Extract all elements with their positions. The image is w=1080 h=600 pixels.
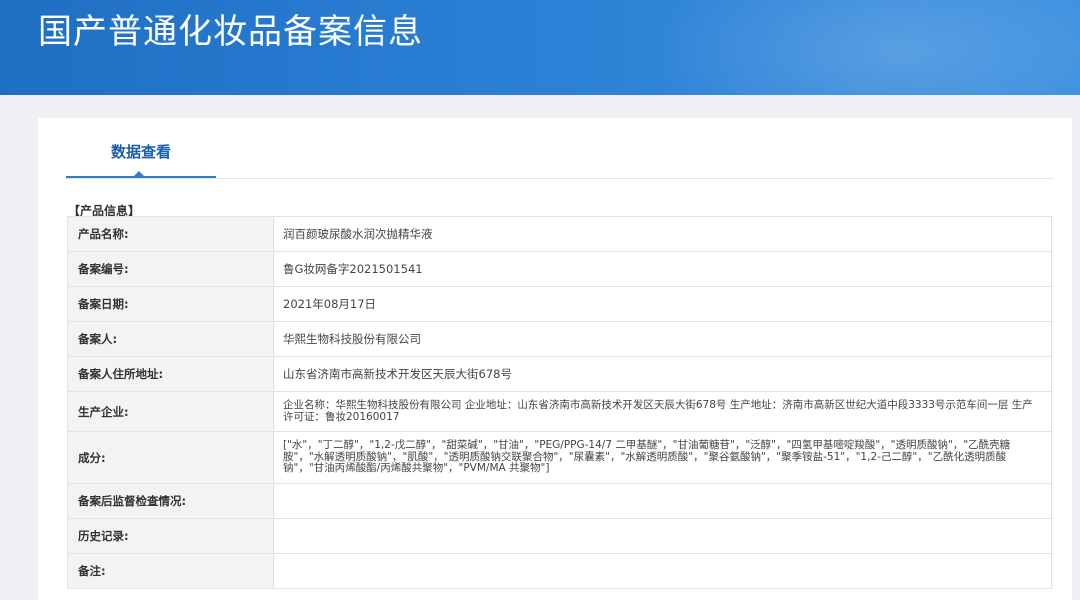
tab-label: 数据查看 <box>110 143 171 161</box>
row-value: 企业名称：华熙生物科技股份有限公司 企业地址：山东省济南市高新技术开发区天辰大街… <box>273 391 1052 432</box>
tab-data-view[interactable]: 数据查看 <box>66 118 216 178</box>
row-value: 山东省济南市高新技术开发区天辰大街678号 <box>273 356 1052 392</box>
row-label: 备案后监督检查情况: <box>67 483 274 519</box>
table-row: 生产企业: 企业名称：华熙生物科技股份有限公司 企业地址：山东省济南市高新技术开… <box>67 391 1052 432</box>
row-label: 备案日期: <box>67 286 274 322</box>
row-value: 2021年08月17日 <box>273 286 1052 322</box>
page-title: 国产普通化妆品备案信息 <box>38 12 423 52</box>
row-label: 备案人住所地址: <box>67 356 274 392</box>
row-label: 生产企业: <box>67 391 274 432</box>
row-value: 华熙生物科技股份有限公司 <box>273 321 1052 357</box>
content-panel: 数据查看 【产品信息】 产品名称: 润百颜玻尿酸水润次抛精华液 备案编号: 鲁G… <box>38 118 1072 600</box>
tab-bar: 数据查看 <box>66 118 1054 179</box>
row-label: 备案人: <box>67 321 274 357</box>
table-row: 历史记录: <box>67 518 1052 554</box>
row-label: 产品名称: <box>67 216 274 252</box>
row-value: 润百颜玻尿酸水润次抛精华液 <box>273 216 1052 252</box>
row-label: 备案编号: <box>67 251 274 287</box>
table-row: 备案编号: 鲁G妆网备字2021501541 <box>67 251 1052 287</box>
table-row: 产品名称: 润百颜玻尿酸水润次抛精华液 <box>67 216 1052 252</box>
row-value <box>273 518 1052 554</box>
row-value <box>273 553 1052 589</box>
table-row: 备案人住所地址: 山东省济南市高新技术开发区天辰大街678号 <box>67 356 1052 392</box>
table-row: 备案人: 华熙生物科技股份有限公司 <box>67 321 1052 357</box>
row-label: 历史记录: <box>67 518 274 554</box>
row-value: 鲁G妆网备字2021501541 <box>273 251 1052 287</box>
table-row: 备案日期: 2021年08月17日 <box>67 286 1052 322</box>
table-row: 成分: ["水"，"丁二醇"，"1,2-戊二醇"，"甜菜碱"，"甘油"，"PEG… <box>67 431 1052 484</box>
header-banner: 国产普通化妆品备案信息 <box>0 0 1080 95</box>
table-row: 备案后监督检查情况: <box>67 483 1052 519</box>
row-label: 成分: <box>67 431 274 484</box>
row-value: ["水"，"丁二醇"，"1,2-戊二醇"，"甜菜碱"，"甘油"，"PEG/PPG… <box>273 431 1052 484</box>
row-value <box>273 483 1052 519</box>
table-row: 备注: <box>67 553 1052 589</box>
row-label: 备注: <box>67 553 274 589</box>
product-info-table: 产品名称: 润百颜玻尿酸水润次抛精华液 备案编号: 鲁G妆网备字20215015… <box>67 216 1052 589</box>
banner-decoration <box>640 0 1080 95</box>
tab-active-indicator <box>133 171 145 177</box>
